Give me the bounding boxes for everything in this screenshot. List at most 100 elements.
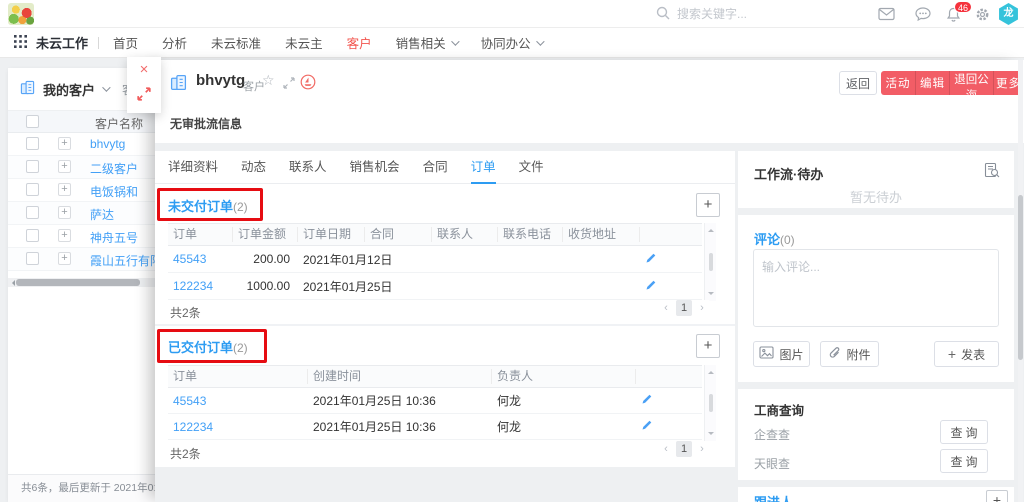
expand-arrows-icon[interactable] [137, 87, 151, 104]
post-comment-button[interactable]: + 发表 [934, 341, 999, 367]
image-button[interactable]: 图片 [753, 341, 810, 367]
scroll-down-icon[interactable] [708, 292, 714, 298]
current-page[interactable]: 1 [676, 300, 692, 316]
list-item[interactable]: bhvytg [8, 133, 160, 156]
order-link[interactable]: 122234 [173, 279, 213, 293]
edit-pencil-icon[interactable] [645, 280, 657, 294]
mail-icon[interactable] [878, 7, 895, 24]
tianyancha-label: 天眼查 [754, 455, 790, 472]
nav-item-sales[interactable]: 销售相关 [396, 33, 457, 52]
tab-files[interactable]: 文件 [519, 151, 544, 184]
row-checkbox[interactable] [26, 206, 39, 219]
list-item[interactable]: 萨达 [8, 202, 160, 225]
nav-item-customer[interactable]: 客户 [347, 33, 372, 52]
edit-pencil-icon[interactable] [641, 420, 653, 434]
tab-opportunities[interactable]: 销售机会 [350, 151, 400, 184]
list-item[interactable]: 霞山五行有限 [8, 248, 160, 271]
back-button[interactable]: 返回 [839, 71, 877, 95]
tianyancha-query-button[interactable]: 查询 [940, 449, 988, 473]
row-checkbox[interactable] [26, 137, 39, 150]
scroll-down-icon[interactable] [708, 432, 714, 438]
order-link[interactable]: 45543 [173, 394, 206, 408]
customer-detail-overlay: bhvytg 客户 返回 活动 编辑 退回公海 更多 无审批流信息 详细资料 动… [155, 60, 1024, 502]
chevron-down-icon [451, 37, 459, 45]
table-scrollbar[interactable] [704, 223, 716, 301]
add-button[interactable] [986, 490, 1008, 502]
star-icon[interactable] [262, 72, 275, 89]
nav-divider [98, 37, 99, 49]
tab-activity[interactable]: 动态 [241, 151, 266, 184]
prev-page-button[interactable] [658, 300, 674, 316]
row-checkbox[interactable] [26, 183, 39, 196]
row-checkbox[interactable] [26, 229, 39, 242]
tab-orders[interactable]: 订单 [471, 151, 496, 184]
horizontal-scrollbar[interactable] [8, 278, 160, 287]
nav-item-main[interactable]: 未云主 [285, 33, 323, 52]
nav-item-office[interactable]: 协同办公 [481, 33, 542, 52]
return-to-sea-button[interactable]: 退回公海 [949, 71, 993, 95]
edit-button[interactable]: 编辑 [915, 71, 949, 95]
global-search [656, 0, 827, 28]
comment-input[interactable] [753, 249, 999, 327]
workflow-search-icon[interactable] [983, 162, 1000, 181]
close-icon[interactable] [127, 59, 161, 81]
expand-plus-icon[interactable] [58, 229, 71, 242]
table-scrollbar[interactable] [704, 365, 716, 441]
list-item[interactable]: 神舟五号 [8, 225, 160, 248]
add-order-button[interactable] [696, 334, 720, 358]
table-row: 122234 2021年01月25日 10:36 何龙 [168, 414, 702, 440]
list-title[interactable]: 我的客户 [43, 80, 95, 99]
list-item[interactable]: 二级客户 [8, 156, 160, 179]
panel-controls-popup [127, 57, 161, 113]
scroll-left-arrow-icon[interactable] [9, 280, 15, 286]
current-page[interactable]: 1 [676, 441, 692, 457]
approval-status-text: 无审批流信息 [170, 115, 242, 132]
public-sea-icon[interactable] [300, 74, 316, 93]
row-checkbox[interactable] [26, 252, 39, 265]
nav-item-home[interactable]: 首页 [113, 33, 138, 52]
order-link[interactable]: 122234 [173, 420, 213, 434]
scrollbar-thumb[interactable] [1018, 195, 1023, 360]
edit-pencil-icon[interactable] [645, 253, 657, 267]
expand-plus-icon[interactable] [58, 252, 71, 265]
apps-grid-icon[interactable] [14, 35, 27, 51]
gear-icon[interactable] [975, 7, 990, 25]
expand-plus-icon[interactable] [58, 206, 71, 219]
order-link[interactable]: 45543 [173, 252, 206, 266]
chat-icon[interactable] [915, 7, 931, 24]
add-order-button[interactable] [696, 193, 720, 217]
page-scrollbar[interactable] [1018, 60, 1023, 502]
app-logo[interactable] [8, 3, 34, 25]
scrollbar-thumb[interactable] [709, 394, 713, 412]
expand-plus-icon[interactable] [58, 183, 71, 196]
scroll-up-icon[interactable] [708, 226, 714, 232]
expand-plus-icon[interactable] [58, 160, 71, 173]
fullscreen-icon[interactable] [283, 77, 295, 92]
select-all-checkbox[interactable] [26, 115, 39, 128]
next-page-button[interactable] [694, 441, 710, 457]
activity-button[interactable]: 活动 [881, 71, 915, 95]
list-header-row: 客户名称 [8, 110, 160, 133]
tab-contracts[interactable]: 合同 [423, 151, 448, 184]
next-page-button[interactable] [694, 300, 710, 316]
qichacha-query-button[interactable]: 查询 [940, 420, 988, 444]
scrollbar-thumb[interactable] [16, 279, 140, 286]
avatar[interactable]: 龙 [998, 3, 1019, 25]
expand-plus-icon[interactable] [58, 137, 71, 150]
chevron-down-icon[interactable] [102, 83, 110, 91]
tab-contacts[interactable]: 联系人 [289, 151, 327, 184]
customer-rows: bhvytg 二级客户 电饭锅和 萨达 神舟五号 霞山五行有限 [8, 133, 160, 271]
scrollbar-thumb[interactable] [709, 253, 713, 271]
tab-profile[interactable]: 详细资料 [168, 151, 218, 184]
scroll-up-icon[interactable] [708, 368, 714, 374]
attachment-button[interactable]: 附件 [820, 341, 879, 367]
prev-page-button[interactable] [658, 441, 674, 457]
search-icon [656, 6, 670, 23]
comments-card: 评论(0) 图片 附件 + 发表 [738, 215, 1014, 382]
search-input[interactable] [677, 7, 827, 21]
nav-item-analysis[interactable]: 分析 [162, 33, 187, 52]
list-item[interactable]: 电饭锅和 [8, 179, 160, 202]
row-checkbox[interactable] [26, 160, 39, 173]
nav-item-standard[interactable]: 未云标准 [211, 33, 261, 52]
edit-pencil-icon[interactable] [641, 394, 653, 408]
